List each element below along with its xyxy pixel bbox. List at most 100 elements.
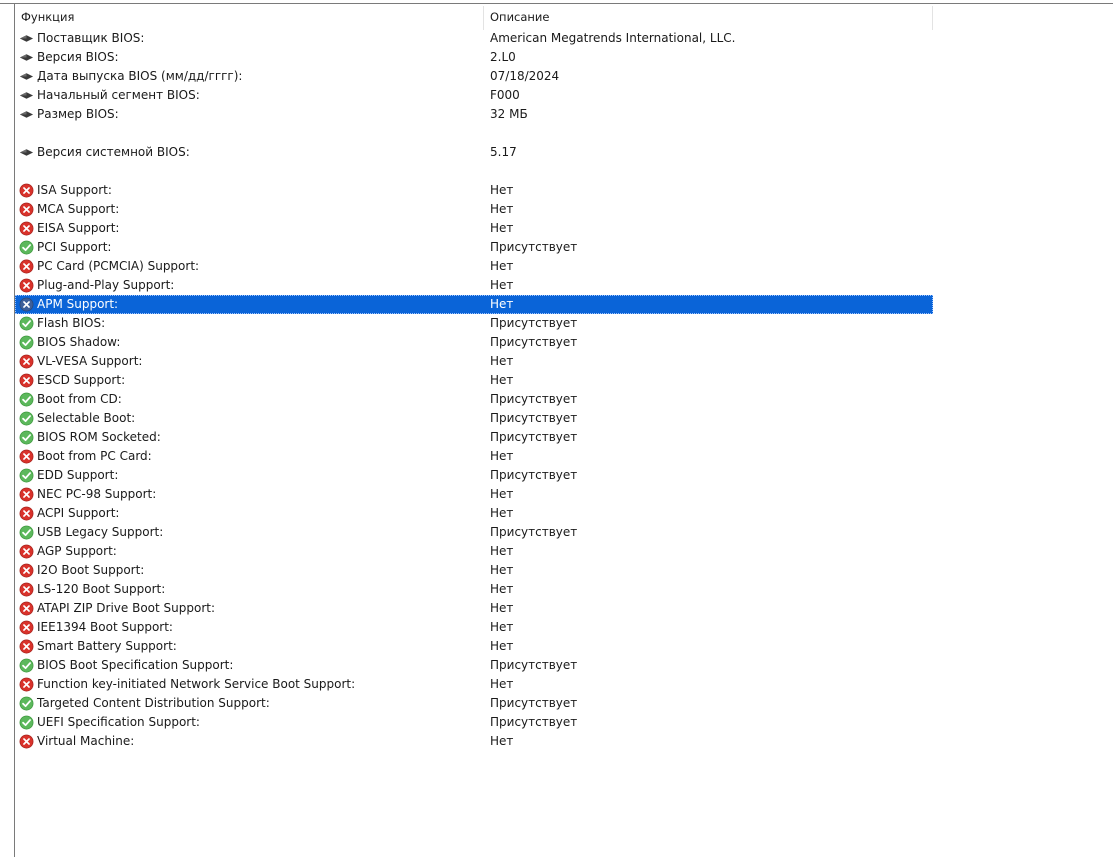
list-item[interactable]: Smart Battery Support: Нет bbox=[15, 637, 933, 656]
list-item-selected[interactable]: APM Support: Нет bbox=[15, 295, 933, 314]
blank-row bbox=[15, 162, 933, 181]
feature-value: Присутствует bbox=[490, 316, 578, 330]
list-item[interactable]: EISA Support: Нет bbox=[15, 219, 933, 238]
list-item[interactable]: Targeted Content Distribution Support: Пр… bbox=[15, 694, 933, 713]
x-circle-icon bbox=[19, 259, 34, 274]
list-item[interactable]: BIOS Boot Specification Support: Присутст… bbox=[15, 656, 933, 675]
x-circle-icon bbox=[19, 677, 34, 692]
check-circle-icon bbox=[19, 411, 34, 426]
x-circle-icon bbox=[19, 506, 34, 521]
list-header: Функция Описание bbox=[15, 4, 933, 30]
column-divider[interactable] bbox=[932, 6, 933, 30]
list-item[interactable]: VL-VESA Support: Нет bbox=[15, 352, 933, 371]
list-item[interactable]: Selectable Boot: Присутствует bbox=[15, 409, 933, 428]
x-circle-icon bbox=[19, 221, 34, 236]
check-circle-icon bbox=[19, 316, 34, 331]
list-item[interactable]: MCA Support: Нет bbox=[15, 200, 933, 219]
feature-value: 5.17 bbox=[490, 145, 517, 159]
feature-value: Нет bbox=[490, 449, 514, 463]
feature-value: Присутствует bbox=[490, 411, 578, 425]
list-item[interactable]: AGP Support: Нет bbox=[15, 542, 933, 561]
list-item[interactable]: NEC PC-98 Support: Нет bbox=[15, 485, 933, 504]
feature-label: Версия BIOS: bbox=[37, 50, 119, 64]
feature-label: Targeted Content Distribution Support: bbox=[37, 696, 270, 710]
list-item[interactable]: Версия BIOS: 2.L0 bbox=[15, 48, 933, 67]
feature-label: Начальный сегмент BIOS: bbox=[37, 88, 200, 102]
list-item[interactable]: LS-120 Boot Support: Нет bbox=[15, 580, 933, 599]
feature-value: Нет bbox=[490, 734, 514, 748]
list-item[interactable]: ACPI Support: Нет bbox=[15, 504, 933, 523]
list-item[interactable]: BIOS Shadow: Присутствует bbox=[15, 333, 933, 352]
list-item[interactable]: ATAPI ZIP Drive Boot Support: Нет bbox=[15, 599, 933, 618]
feature-value: Нет bbox=[490, 259, 514, 273]
feature-value: Нет bbox=[490, 183, 514, 197]
list-item[interactable]: Размер BIOS: 32 МБ bbox=[15, 105, 933, 124]
feature-value: 32 МБ bbox=[490, 107, 528, 121]
list-item[interactable]: Boot from PC Card: Нет bbox=[15, 447, 933, 466]
x-circle-icon bbox=[19, 354, 34, 369]
feature-value: Нет bbox=[490, 601, 514, 615]
list-item[interactable]: Virtual Machine: Нет bbox=[15, 732, 933, 751]
feature-value: Присутствует bbox=[490, 240, 578, 254]
column-header-description[interactable]: Описание bbox=[484, 4, 933, 30]
bios-features-list[interactable]: Поставщик BIOS: American Megatrends Inter… bbox=[15, 29, 933, 751]
feature-label: Flash BIOS: bbox=[37, 316, 106, 330]
feature-value: Нет bbox=[490, 297, 514, 311]
list-item[interactable]: PC Card (PCMCIA) Support: Нет bbox=[15, 257, 933, 276]
feature-value: Присутствует bbox=[490, 430, 578, 444]
x-circle-icon bbox=[19, 449, 34, 464]
feature-label: Virtual Machine: bbox=[37, 734, 135, 748]
list-item[interactable]: ISA Support: Нет bbox=[15, 181, 933, 200]
feature-label: PC Card (PCMCIA) Support: bbox=[37, 259, 200, 273]
feature-value: Присутствует bbox=[490, 468, 578, 482]
list-item[interactable]: Версия системной BIOS: 5.17 bbox=[15, 143, 933, 162]
column-header-feature[interactable]: Функция bbox=[15, 4, 484, 30]
list-item[interactable]: Начальный сегмент BIOS: F000 bbox=[15, 86, 933, 105]
feature-value: Нет bbox=[490, 506, 514, 520]
x-circle-icon bbox=[19, 734, 34, 749]
feature-value: Присутствует bbox=[490, 696, 578, 710]
list-item[interactable]: Function key-initiated Network Service B… bbox=[15, 675, 933, 694]
x-circle-icon bbox=[19, 487, 34, 502]
list-item[interactable]: Поставщик BIOS: American Megatrends Inter… bbox=[15, 29, 933, 48]
feature-label: LS-120 Boot Support: bbox=[37, 582, 166, 596]
list-item[interactable]: PCI Support: Присутствует bbox=[15, 238, 933, 257]
feature-value: Присутствует bbox=[490, 335, 578, 349]
x-circle-icon bbox=[19, 582, 34, 597]
blank-row bbox=[15, 124, 933, 143]
list-item[interactable]: I2O Boot Support: Нет bbox=[15, 561, 933, 580]
feature-label: EDD Support: bbox=[37, 468, 119, 482]
diamond-icon bbox=[19, 92, 34, 99]
feature-label: Дата выпуска BIOS (мм/дд/гггг): bbox=[37, 69, 243, 83]
diamond-icon bbox=[19, 149, 34, 156]
list-item[interactable]: IEE1394 Boot Support: Нет bbox=[15, 618, 933, 637]
feature-label: APM Support: bbox=[37, 297, 119, 311]
feature-label: Boot from CD: bbox=[37, 392, 122, 406]
feature-value: Присутствует bbox=[490, 715, 578, 729]
list-item[interactable]: ESCD Support: Нет bbox=[15, 371, 933, 390]
list-item[interactable]: Дата выпуска BIOS (мм/дд/гггг): 07/18/202… bbox=[15, 67, 933, 86]
feature-label: BIOS Shadow: bbox=[37, 335, 121, 349]
list-item[interactable]: BIOS ROM Socketed: Присутствует bbox=[15, 428, 933, 447]
list-item[interactable]: Flash BIOS: Присутствует bbox=[15, 314, 933, 333]
bios-info-window: Функция Описание Поставщик BIOS: American… bbox=[0, 0, 1113, 857]
list-item[interactable]: USB Legacy Support: Присутствует bbox=[15, 523, 933, 542]
feature-label: Версия системной BIOS: bbox=[37, 145, 190, 159]
list-item[interactable]: EDD Support: Присутствует bbox=[15, 466, 933, 485]
x-circle-icon bbox=[19, 297, 34, 312]
check-circle-icon bbox=[19, 240, 34, 255]
feature-value: Присутствует bbox=[490, 658, 578, 672]
list-item[interactable]: UEFI Specification Support: Присутствует bbox=[15, 713, 933, 732]
feature-label: UEFI Specification Support: bbox=[37, 715, 200, 729]
feature-label: Smart Battery Support: bbox=[37, 639, 177, 653]
list-item[interactable]: Plug-and-Play Support: Нет bbox=[15, 276, 933, 295]
feature-label: ATAPI ZIP Drive Boot Support: bbox=[37, 601, 216, 615]
feature-label: ISA Support: bbox=[37, 183, 112, 197]
check-circle-icon bbox=[19, 392, 34, 407]
x-circle-icon bbox=[19, 601, 34, 616]
feature-label: BIOS ROM Socketed: bbox=[37, 430, 161, 444]
check-circle-icon bbox=[19, 658, 34, 673]
feature-value: American Megatrends International, LLC. bbox=[490, 31, 736, 45]
x-circle-icon bbox=[19, 620, 34, 635]
list-item[interactable]: Boot from CD: Присутствует bbox=[15, 390, 933, 409]
